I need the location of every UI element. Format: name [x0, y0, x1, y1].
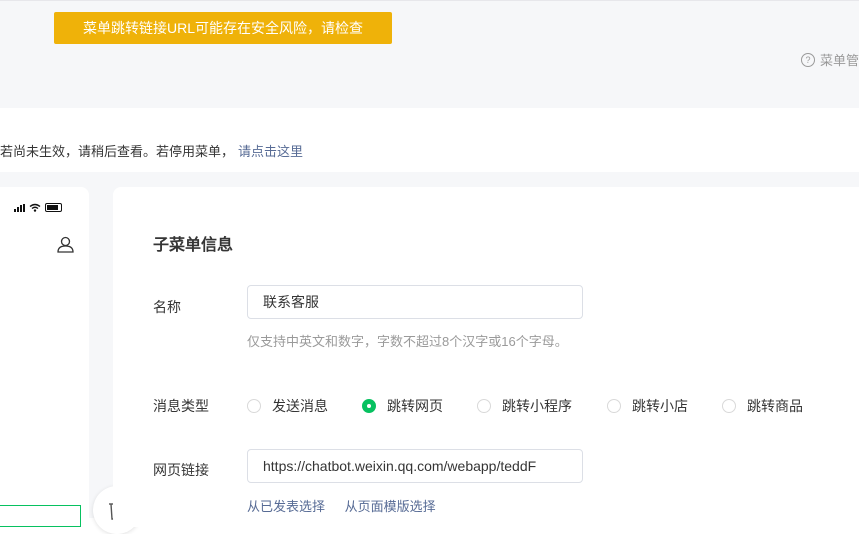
phone-preview	[0, 187, 89, 518]
warning-toast: 菜单跳转链接URL可能存在安全风险，请检查	[54, 12, 392, 44]
radio-jump-shop[interactable]: 跳转小店	[607, 396, 688, 416]
radio-label: 跳转商品	[747, 398, 803, 414]
name-hint: 仅支持中英文和数字，字数不超过8个汉字或16个字母。	[247, 334, 568, 349]
name-input[interactable]: 联系客服	[247, 285, 583, 319]
battery-icon	[45, 203, 62, 212]
radio-jump-webpage[interactable]: 跳转网页	[362, 396, 443, 416]
message-type-label: 消息类型	[153, 398, 209, 414]
radio-circle	[722, 399, 736, 413]
radio-circle	[247, 399, 261, 413]
radio-label: 发送消息	[272, 398, 328, 414]
wifi-icon	[29, 203, 41, 212]
url-select-links: 从已发表选择 从页面模版选择	[247, 496, 452, 515]
notice-text: 若尚未生效，请稍后查看。若停用菜单， 请点击这里	[0, 141, 303, 160]
radio-jump-product[interactable]: 跳转商品	[722, 396, 803, 416]
radio-send-message[interactable]: 发送消息	[247, 396, 328, 416]
radio-label: 跳转小店	[632, 398, 688, 414]
name-label: 名称	[153, 299, 181, 315]
question-circle-icon: ?	[801, 52, 815, 67]
select-published-link[interactable]: 从已发表选择	[247, 499, 325, 514]
radio-label: 跳转小程序	[502, 398, 572, 414]
signal-icon	[14, 203, 25, 212]
radio-circle-checked	[362, 399, 376, 413]
radio-circle	[607, 399, 621, 413]
notice-message: 若尚未生效，请稍后查看。若停用菜单，	[0, 144, 235, 159]
radio-jump-miniprogram[interactable]: 跳转小程序	[477, 396, 572, 416]
select-template-link[interactable]: 从页面模版选择	[345, 499, 436, 514]
menu-help-link[interactable]: ? 菜单管	[801, 50, 859, 69]
url-input[interactable]: https://chatbot.weixin.qq.com/webapp/ted…	[247, 449, 583, 483]
help-label: 菜单管	[820, 53, 859, 68]
user-icon[interactable]	[57, 236, 74, 253]
radio-circle	[477, 399, 491, 413]
radio-label: 跳转网页	[387, 398, 443, 414]
url-label: 网页链接	[153, 462, 209, 478]
notice-link[interactable]: 请点击这里	[238, 144, 303, 159]
selected-menu-outline[interactable]	[0, 505, 81, 527]
phone-status-bar	[14, 203, 62, 212]
panel-title: 子菜单信息	[153, 237, 234, 254]
